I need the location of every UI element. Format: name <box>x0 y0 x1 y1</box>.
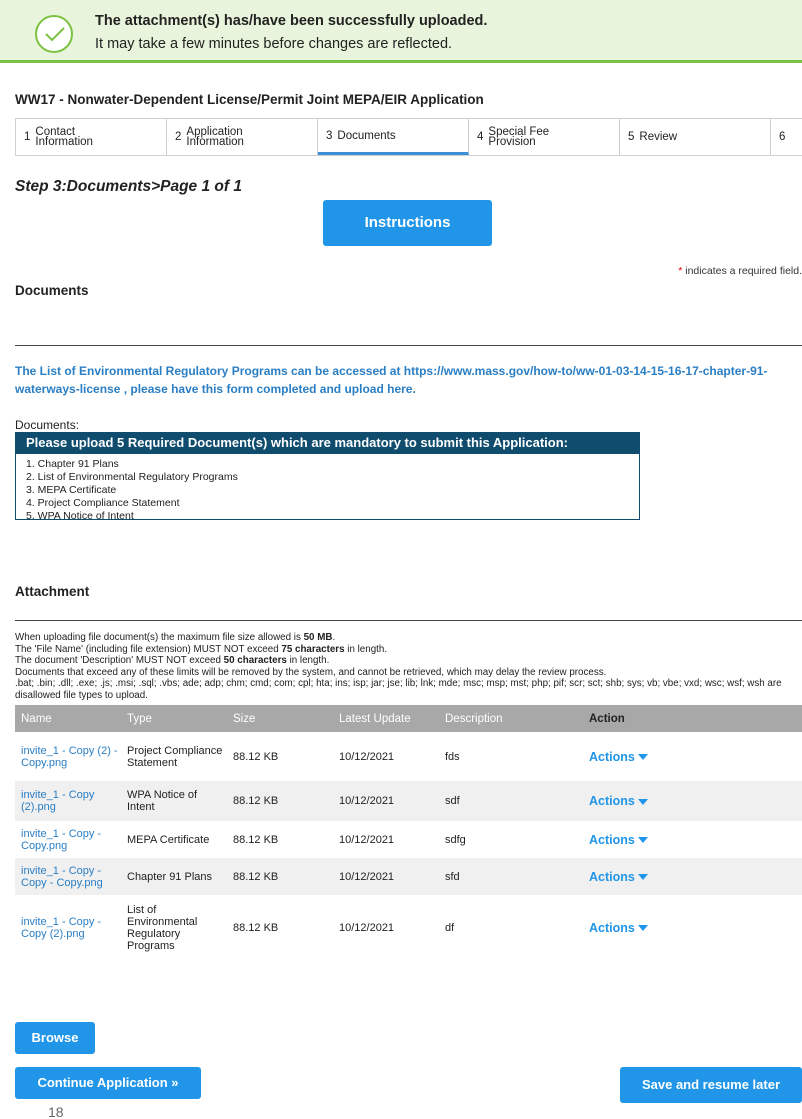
file-size: 88.12 KB <box>227 821 333 858</box>
page-number: 18 <box>48 1104 64 1119</box>
success-banner: The attachment(s) has/have been successf… <box>0 0 802 63</box>
attachment-section-title: Attachment <box>15 584 90 599</box>
latest-update: 10/12/2021 <box>333 781 439 821</box>
file-size: 88.12 KB <box>227 781 333 821</box>
instructions-button[interactable]: Instructions <box>323 200 492 246</box>
file-name-link[interactable]: invite_1 - Copy - Copy - Copy.png <box>15 858 121 895</box>
list-item: 4. Project Compliance Statement <box>26 497 180 509</box>
chevron-down-icon <box>637 837 648 844</box>
step-review[interactable]: 5 Review <box>620 119 771 155</box>
description: sdf <box>439 781 583 821</box>
list-item: 1. Chapter 91 Plans <box>26 458 119 470</box>
actions-dropdown[interactable]: Actions <box>583 895 802 960</box>
banner-subtitle: It may take a few minutes before changes… <box>95 36 453 52</box>
step-contact-information[interactable]: 1 Contact Information <box>16 119 167 155</box>
step-progress-bar: 1 Contact Information 2 Application Inform… <box>15 118 802 156</box>
description: df <box>439 895 583 960</box>
chevron-down-icon <box>637 754 648 761</box>
attachments-table: Name Type Size Latest Update Description… <box>15 705 802 960</box>
latest-update: 10/12/2021 <box>333 821 439 858</box>
doc-type: MEPA Certificate <box>121 821 227 858</box>
application-title: WW17 - Nonwater-Dependent License/Permit… <box>15 92 484 107</box>
continue-application-button[interactable]: Continue Application » <box>15 1067 201 1099</box>
banner-title: The attachment(s) has/have been successf… <box>95 13 488 29</box>
table-row: invite_1 - Copy - Copy.png MEPA Certific… <box>15 821 802 858</box>
step-heading: Step 3:Documents>Page 1 of 1 <box>15 178 242 195</box>
column-header-type[interactable]: Type <box>121 705 227 732</box>
table-row: invite_1 - Copy - Copy - Copy.png Chapte… <box>15 858 802 895</box>
required-documents-list: 1. Chapter 91 Plans 2. List of Environme… <box>16 454 639 523</box>
table-row: invite_1 - Copy (2) - Copy.png Project C… <box>15 732 802 781</box>
save-and-resume-later-button[interactable]: Save and resume later <box>620 1067 802 1103</box>
description: sfd <box>439 858 583 895</box>
chevron-down-icon <box>637 798 648 805</box>
actions-dropdown[interactable]: Actions <box>583 781 802 821</box>
doc-type: Chapter 91 Plans <box>121 858 227 895</box>
browse-button[interactable]: Browse <box>15 1022 95 1054</box>
required-documents-header: Please upload 5 Required Document(s) whi… <box>16 433 639 454</box>
file-name-link[interactable]: invite_1 - Copy - Copy.png <box>15 821 121 858</box>
chevron-down-icon <box>637 874 648 881</box>
list-item: 2. List of Environmental Regulatory Prog… <box>26 471 238 483</box>
regulatory-programs-link[interactable]: The List of Environmental Regulatory Pro… <box>15 362 785 398</box>
actions-dropdown[interactable]: Actions <box>583 858 802 895</box>
required-field-note: * indicates a required field. <box>678 265 802 277</box>
column-header-description[interactable]: Description <box>439 705 583 732</box>
list-item: 3. MEPA Certificate <box>26 484 117 496</box>
actions-dropdown[interactable]: Actions <box>583 732 802 781</box>
step-6[interactable]: 6 <box>771 119 801 155</box>
file-name-link[interactable]: invite_1 - Copy (2).png <box>15 781 121 821</box>
description: sdfg <box>439 821 583 858</box>
required-documents-box: Please upload 5 Required Document(s) whi… <box>15 432 640 523</box>
file-name-link[interactable]: invite_1 - Copy (2) - Copy.png <box>15 732 121 781</box>
column-header-action: Action <box>583 705 802 732</box>
column-header-latest-update[interactable]: Latest Update <box>333 705 439 732</box>
file-size: 88.12 KB <box>227 732 333 781</box>
upload-limits-text: When uploading file document(s) the maxi… <box>15 632 782 701</box>
file-size: 88.12 KB <box>227 895 333 960</box>
latest-update: 10/12/2021 <box>333 895 439 960</box>
doc-type: WPA Notice of Intent <box>121 781 227 821</box>
list-item: 5. WPA Notice of Intent <box>26 510 134 522</box>
documents-section-title: Documents <box>15 283 89 298</box>
file-name-link[interactable]: invite_1 - Copy - Copy (2).png <box>15 895 121 960</box>
table-header-row: Name Type Size Latest Update Description… <box>15 705 802 732</box>
doc-type: Project Compliance Statement <box>121 732 227 781</box>
table-row: invite_1 - Copy - Copy (2).png List of E… <box>15 895 802 960</box>
doc-type: List of Environmental Regulatory Program… <box>121 895 227 960</box>
column-header-size[interactable]: Size <box>227 705 333 732</box>
documents-label: Documents: <box>15 418 80 432</box>
check-circle-icon <box>35 15 73 53</box>
description: fds <box>439 732 583 781</box>
attachment-divider <box>15 620 802 621</box>
file-size: 88.12 KB <box>227 858 333 895</box>
step-application-information[interactable]: 2 Application Information <box>167 119 318 155</box>
documents-divider <box>15 345 802 346</box>
table-row: invite_1 - Copy (2).png WPA Notice of In… <box>15 781 802 821</box>
latest-update: 10/12/2021 <box>333 858 439 895</box>
actions-dropdown[interactable]: Actions <box>583 821 802 858</box>
step-special-fee-provision[interactable]: 4 Special Fee Provision <box>469 119 620 155</box>
column-header-name[interactable]: Name <box>15 705 121 732</box>
latest-update: 10/12/2021 <box>333 732 439 781</box>
chevron-down-icon <box>637 925 648 932</box>
step-documents[interactable]: 3 Documents <box>318 119 469 155</box>
